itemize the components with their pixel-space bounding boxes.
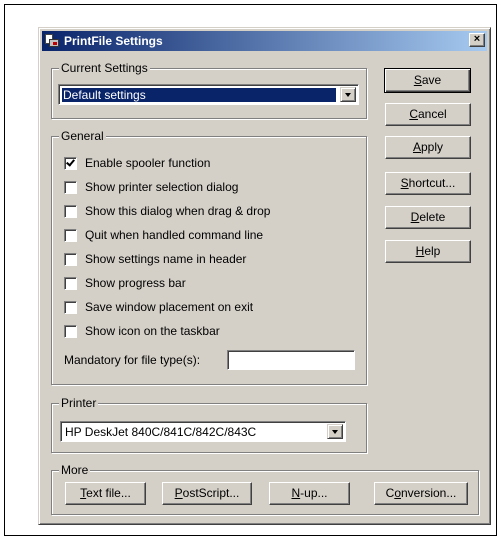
delete-button[interactable]: Delete [385,206,471,229]
button-label: ostScript... [182,486,240,500]
checkbox[interactable] [64,252,77,266]
current-settings-value: Default settings [62,88,336,102]
close-icon: × [473,33,481,45]
button-label: elete [419,210,446,224]
printer-label: Printer [59,396,99,410]
button-label: pply [421,140,444,154]
option-settings-name-header[interactable]: Show settings name in header [64,251,246,267]
cancel-button[interactable]: Cancel [385,103,471,126]
printer-icon [44,33,60,49]
checkbox[interactable] [64,204,77,218]
checkbox-checked[interactable] [64,156,77,170]
button-label: elp [424,244,441,258]
screenshot-frame: PrintFile Settings × Current Settings De… [4,4,497,536]
mnemonic: o [394,486,401,500]
conversion-button[interactable]: Conversion... [374,482,468,505]
more-label: More [59,463,91,477]
checkbox[interactable] [64,276,77,290]
n-up-button[interactable]: N-up... [269,482,350,505]
mnemonic: S [413,73,422,87]
more-group: More Text file... PostScript... N-up... … [51,463,479,515]
current-settings-label: Current Settings [59,61,150,75]
option-label: Show this dialog when drag & drop [85,204,271,218]
option-quit-command-line[interactable]: Quit when handled command line [64,227,263,243]
mandatory-file-types-label: Mandatory for file type(s): [64,353,201,367]
save-button[interactable]: Save [384,68,471,93]
button-label: nversion... [401,486,457,500]
postscript-button[interactable]: PostScript... [162,482,252,505]
current-settings-group: Current Settings Default settings [51,61,367,119]
button-label: hortcut... [408,176,456,190]
button-label: ave [421,73,442,87]
general-group: General Enable spooler function Show pri… [51,129,367,385]
close-button[interactable]: × [469,33,485,47]
option-label: Quit when handled command line [85,228,264,242]
mandatory-file-types-input[interactable] [227,350,355,370]
checkbox[interactable] [64,300,77,314]
button-label: -up... [300,486,328,500]
window-title: PrintFile Settings [64,34,163,48]
option-enable-spooler[interactable]: Enable spooler function [64,155,210,171]
mnemonic: D [410,210,420,224]
current-settings-dropdown[interactable]: Default settings [58,84,359,105]
option-progress-bar[interactable]: Show progress bar [64,275,186,291]
text-file-button[interactable]: Text file... [65,482,146,505]
title-bar[interactable]: PrintFile Settings × [42,31,487,51]
button-label: ext file... [86,486,131,500]
option-label: Show progress bar [85,276,186,290]
checkbox[interactable] [64,324,77,338]
option-label: Show printer selection dialog [85,180,239,194]
button-label: C [385,486,395,500]
printer-group: Printer HP DeskJet 840C/841C/842C/843C [51,396,367,453]
option-show-dialog-drag-drop[interactable]: Show this dialog when drag & drop [64,203,270,219]
mnemonic: N [291,486,301,500]
general-label: General [59,129,106,143]
option-save-window-placement[interactable]: Save window placement on exit [64,299,253,315]
chevron-down-icon[interactable] [327,424,343,439]
option-label: Show settings name in header [85,252,247,266]
option-taskbar-icon[interactable]: Show icon on the taskbar [64,323,220,339]
mnemonic: S [400,176,409,190]
chevron-down-icon[interactable] [340,87,356,102]
mnemonic: P [174,486,183,500]
help-button[interactable]: Help [385,240,471,263]
printer-value: HP DeskJet 840C/841C/842C/843C [65,425,257,439]
option-label: Show icon on the taskbar [85,324,220,338]
button-label: ancel [417,107,447,121]
mnemonic: C [409,107,418,121]
option-label: Enable spooler function [85,156,211,170]
option-label: Save window placement on exit [85,300,254,314]
apply-button[interactable]: Apply [385,136,471,159]
mnemonic: A [412,140,421,154]
shortcut-button[interactable]: Shortcut... [385,172,471,195]
checkbox[interactable] [64,228,77,242]
printer-dropdown[interactable]: HP DeskJet 840C/841C/842C/843C [60,421,346,442]
option-show-printer-selection[interactable]: Show printer selection dialog [64,179,238,195]
printfile-settings-dialog: PrintFile Settings × Current Settings De… [38,27,491,525]
checkbox[interactable] [64,180,77,194]
